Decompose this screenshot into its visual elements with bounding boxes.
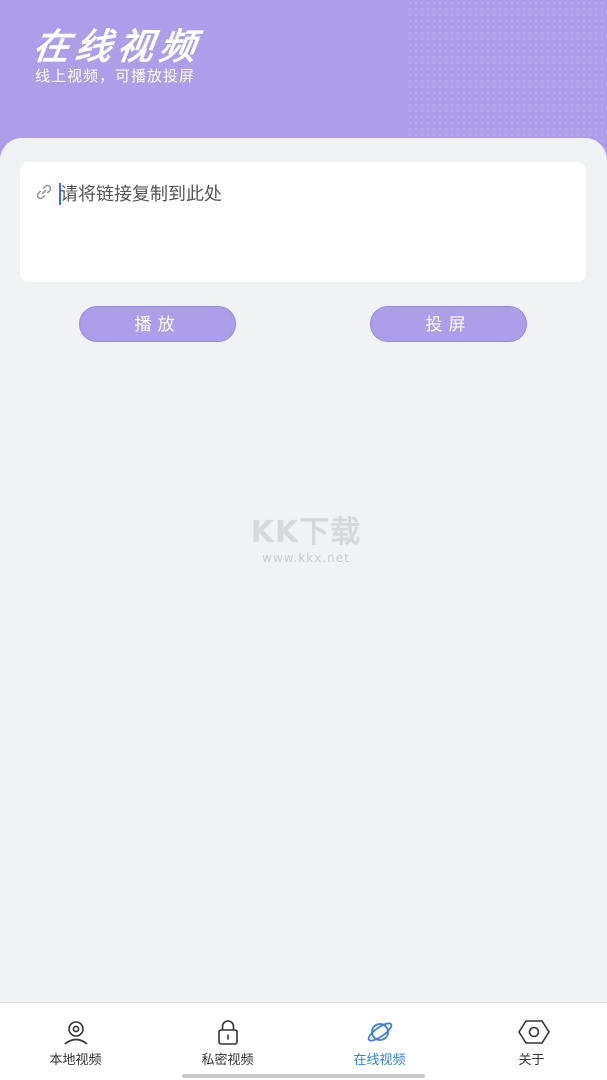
tab-label: 私密视频 [201, 1053, 254, 1068]
online-video-screen: 在线视频 线上视频，可播放投屏 播放 投屏 KK下载 www.kkx.net [0, 0, 607, 1080]
hexagon-eye-icon [517, 1017, 550, 1047]
tab-label: 关于 [518, 1053, 545, 1068]
tab-online-video[interactable]: 在线视频 [304, 1003, 455, 1080]
watermark: KK下载 www.kkx.net [246, 515, 366, 575]
play-button[interactable]: 播放 [79, 306, 236, 342]
bottom-tab-bar: 本地视频 私密视频 在线视频 关于 [0, 1002, 607, 1080]
tab-label: 在线视频 [353, 1053, 406, 1068]
lock-icon [213, 1017, 243, 1047]
url-input-card[interactable] [20, 162, 586, 282]
page-title: 在线视频 [30, 27, 205, 68]
tab-about[interactable]: 关于 [456, 1003, 607, 1080]
user-icon [61, 1017, 91, 1047]
link-icon [34, 182, 54, 202]
home-indicator[interactable] [182, 1074, 425, 1078]
tab-private-video[interactable]: 私密视频 [152, 1003, 303, 1080]
watermark-logo: KK下载 [250, 515, 362, 550]
cast-button[interactable]: 投屏 [370, 306, 527, 342]
tab-label: 本地视频 [49, 1053, 102, 1068]
page-subtitle: 线上视频，可播放投屏 [35, 67, 196, 85]
header-pattern [407, 0, 607, 150]
url-input[interactable] [60, 178, 570, 210]
watermark-url: www.kkx.net [262, 551, 350, 565]
planet-icon [365, 1017, 395, 1047]
tab-local-video[interactable]: 本地视频 [0, 1003, 151, 1080]
